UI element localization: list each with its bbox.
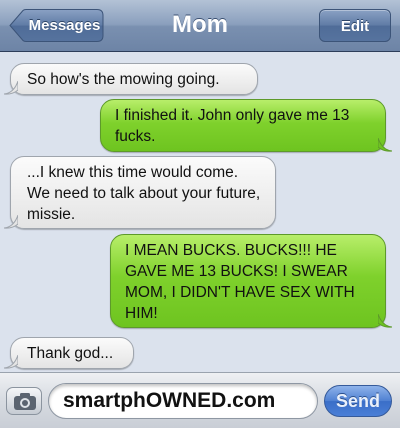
navigation-bar: Messages Mom Edit [0, 0, 400, 52]
back-button-label: Messages [28, 17, 101, 34]
bubble-tail [4, 81, 18, 95]
bubble-tail [378, 138, 392, 152]
bubble-tail [378, 314, 392, 328]
message-text: ...I knew this time would come. We need … [27, 164, 261, 223]
camera-button[interactable] [6, 387, 42, 415]
message-text: I MEAN BUCKS. BUCKS!!! HE GAVE ME 13 BUC… [125, 242, 355, 322]
message-bubble-incoming[interactable]: Thank god... [4, 337, 134, 369]
message-bubble-incoming[interactable]: So how's the mowing going. [4, 63, 258, 95]
bubble-tail [4, 355, 18, 369]
message-text: So how's the mowing going. [27, 71, 220, 88]
camera-icon [14, 393, 36, 410]
message-bubble-outgoing[interactable]: I MEAN BUCKS. BUCKS!!! HE GAVE ME 13 BUC… [110, 234, 392, 328]
conversation-title: Mom [172, 11, 228, 38]
message-input[interactable]: smartphOWNED.com [48, 383, 318, 419]
message-bubble-outgoing[interactable]: I finished it. John only gave me 13 fuck… [100, 99, 392, 152]
message-text: Thank god... [27, 345, 114, 362]
bubble-tail [4, 215, 18, 229]
message-composer: smartphOWNED.com Send [0, 372, 400, 428]
send-button[interactable]: Send [324, 385, 392, 417]
message-bubble-incoming[interactable]: ...I knew this time would come. We need … [4, 156, 276, 229]
message-text: I finished it. John only gave me 13 fuck… [115, 107, 350, 145]
message-thread[interactable]: So how's the mowing going. I finished it… [0, 53, 400, 369]
edit-button[interactable]: Edit [319, 9, 391, 42]
back-button[interactable]: Messages [9, 9, 104, 42]
